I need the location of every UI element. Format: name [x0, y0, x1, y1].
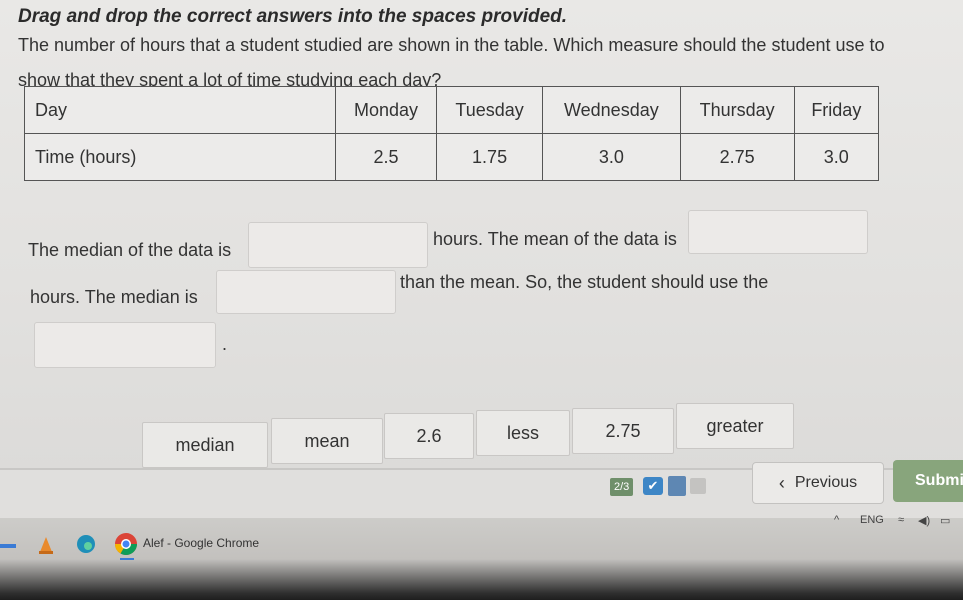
- table-header-time: Time (hours): [24, 133, 336, 181]
- submit-button[interactable]: Submit: [893, 460, 963, 502]
- table-cell: 3.0: [542, 133, 681, 181]
- table-cell: 2.75: [679, 133, 795, 181]
- choice-less[interactable]: less: [476, 410, 570, 456]
- previous-button-label: Previous: [794, 474, 858, 491]
- measure-drop-zone[interactable]: [34, 322, 216, 368]
- choice-median[interactable]: median: [142, 422, 268, 468]
- cone-icon[interactable]: [38, 536, 54, 559]
- chevron-left-icon: ‹: [778, 472, 785, 493]
- chrome-window-label[interactable]: Alef - Google Chrome: [143, 536, 259, 550]
- table-row: Time (hours) 2.5 1.75 3.0 2.75 3.0: [24, 133, 880, 181]
- wifi-icon[interactable]: ≈: [898, 514, 904, 526]
- table-cell: 1.75: [435, 133, 544, 181]
- table-row: Day Monday Tuesday Wednesday Thursday Fr…: [24, 86, 880, 134]
- table-cell: 3.0: [793, 133, 880, 181]
- edge-icon[interactable]: [76, 534, 96, 559]
- comparison-drop-zone[interactable]: [216, 270, 396, 314]
- choice-2-75[interactable]: 2.75: [572, 408, 674, 454]
- table-cell: Wednesday: [542, 86, 681, 134]
- chevron-up-icon[interactable]: ^: [834, 514, 839, 526]
- language-indicator[interactable]: ENG: [860, 514, 884, 526]
- table-cell: Tuesday: [435, 86, 544, 134]
- previous-button[interactable]: ‹ Previous: [752, 462, 884, 504]
- table-cell: Thursday: [679, 86, 795, 134]
- statement-median: The median of the data is: [28, 240, 232, 260]
- statement-conclusion: than the mean. So, the student should us…: [400, 272, 769, 292]
- statement-compare: hours. The median is: [30, 287, 198, 307]
- progress-indicator: 2/3: [610, 478, 634, 496]
- taskbar: Alef - Google Chrome ^ ENG ≈ ◀) ▭: [0, 514, 963, 600]
- study-hours-table: Day Monday Tuesday Wednesday Thursday Fr…: [24, 86, 880, 181]
- battery-icon[interactable]: ▭: [940, 514, 950, 527]
- start-icon[interactable]: [0, 544, 16, 548]
- table-cell: Monday: [335, 86, 437, 134]
- statement-mean: hours. The mean of the data is: [433, 229, 677, 249]
- table-header-day: Day: [24, 86, 336, 134]
- table-cell: 2.5: [335, 133, 437, 181]
- volume-icon[interactable]: ◀): [918, 514, 930, 527]
- active-indicator: [120, 558, 134, 560]
- mean-drop-zone[interactable]: [688, 210, 868, 254]
- question-page: Drag and drop the correct answers into t…: [0, 0, 963, 470]
- question-marker-current[interactable]: [668, 476, 686, 496]
- choice-mean[interactable]: mean: [271, 418, 383, 464]
- choice-greater[interactable]: greater: [676, 403, 794, 449]
- table-cell: Friday: [793, 86, 880, 134]
- statement-period: .: [222, 334, 228, 354]
- choice-2-6[interactable]: 2.6: [384, 413, 474, 459]
- question-marker-next[interactable]: [690, 478, 706, 494]
- footer-bar: 2/3 ✔ ‹ Previous Submit: [0, 460, 963, 518]
- chrome-icon[interactable]: [114, 532, 138, 561]
- median-drop-zone[interactable]: [248, 222, 428, 268]
- instruction-text: Drag and drop the correct answers into t…: [18, 6, 568, 27]
- check-icon: ✔: [643, 477, 663, 495]
